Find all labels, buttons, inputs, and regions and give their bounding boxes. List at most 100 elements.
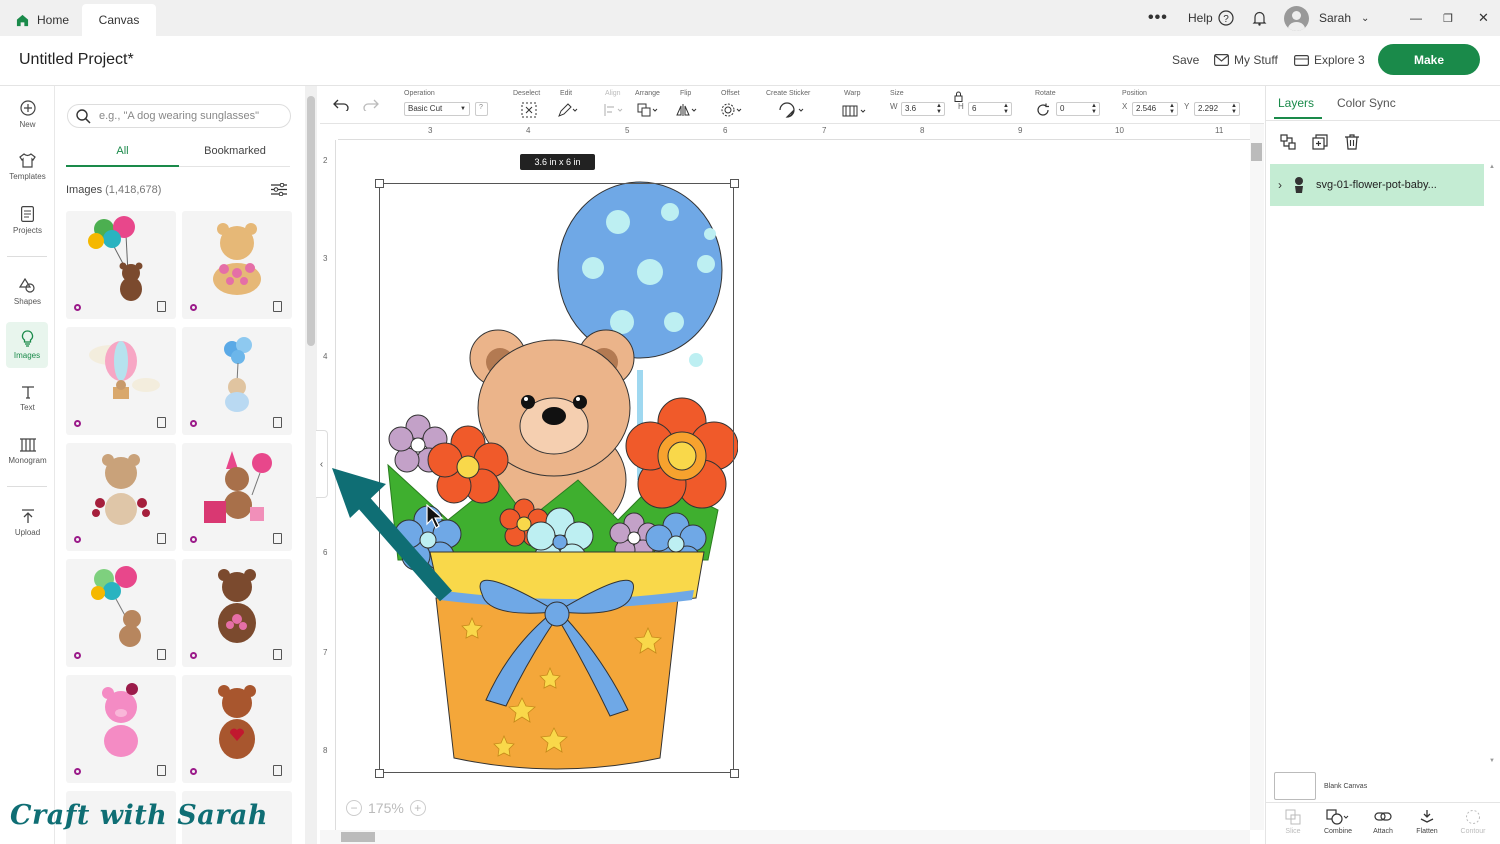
collapse-panel-button[interactable]: ‹ — [316, 430, 328, 498]
minimize-button[interactable]: — — [1410, 0, 1422, 36]
rail-item-templates[interactable]: Templates — [0, 144, 55, 190]
bookmark-icon[interactable] — [273, 301, 282, 312]
y-position-input[interactable]: 2.292 ▲ ▼ — [1194, 102, 1240, 116]
offset-icon[interactable] — [721, 103, 743, 117]
tab-color-sync[interactable]: Color Sync — [1337, 96, 1396, 110]
resize-handle-top-right[interactable] — [730, 179, 739, 188]
rail-item-shapes[interactable]: Shapes — [0, 269, 55, 315]
layer-item[interactable]: › svg-01-flower-pot-baby... — [1270, 164, 1484, 206]
restore-button[interactable]: ❐ — [1443, 0, 1453, 36]
canvas-vertical-scrollbar[interactable] — [1250, 124, 1264, 830]
panel-scroll-thumb[interactable] — [307, 96, 315, 346]
attach-button[interactable]: Attach — [1361, 809, 1405, 835]
resize-handle-bottom-left[interactable] — [375, 769, 384, 778]
image-tile[interactable] — [182, 327, 292, 435]
tab-bookmarked[interactable]: Bookmarked — [179, 145, 291, 157]
zoom-out-button[interactable]: − — [346, 800, 362, 816]
deselect-icon[interactable] — [521, 102, 537, 118]
bookmark-icon[interactable] — [157, 649, 166, 660]
canvas-horizontal-scroll-thumb[interactable] — [341, 832, 375, 842]
image-tile[interactable] — [66, 559, 176, 667]
bookmark-icon[interactable] — [273, 765, 282, 776]
tab-all[interactable]: All — [66, 145, 179, 157]
resize-handle-top-left[interactable] — [375, 179, 384, 188]
bookmark-icon[interactable] — [157, 765, 166, 776]
close-button[interactable]: ✕ — [1478, 0, 1489, 36]
group-icon[interactable] — [1278, 132, 1298, 152]
chevron-right-icon[interactable]: › — [1278, 178, 1282, 192]
y-position-value: 2.292 — [1198, 104, 1219, 113]
pencil-icon[interactable] — [558, 103, 578, 117]
tab-canvas[interactable]: Canvas — [82, 4, 156, 36]
bookmark-icon[interactable] — [273, 533, 282, 544]
contour-label: Contour — [1460, 828, 1486, 835]
operation-select[interactable]: Basic Cut ▼ — [404, 102, 470, 116]
image-tile[interactable] — [66, 675, 176, 783]
image-tile[interactable] — [182, 559, 292, 667]
trash-icon[interactable] — [1342, 132, 1362, 152]
zoom-in-button[interactable]: + — [409, 800, 426, 816]
ruler-tick-label: 2 — [323, 156, 328, 165]
image-tile[interactable] — [66, 443, 176, 551]
bell-icon[interactable] — [1252, 0, 1267, 36]
scroll-up-icon[interactable]: ▲ — [1489, 164, 1495, 170]
zoom-control: − 175% + — [346, 800, 426, 816]
rotate-icon[interactable] — [1036, 103, 1050, 117]
scroll-down-icon[interactable]: ▼ — [1489, 758, 1495, 764]
combine-button[interactable]: Combine — [1316, 809, 1360, 835]
canvas-vertical-scroll-thumb[interactable] — [1251, 143, 1262, 161]
save-button[interactable]: Save — [1172, 53, 1199, 67]
search-input[interactable]: e.g., "A dog wearing sunglasses" — [67, 104, 291, 128]
slice-button[interactable]: Slice — [1271, 809, 1315, 835]
operation-value: Basic Cut — [408, 104, 443, 113]
rail-item-text[interactable]: Text — [0, 375, 55, 421]
more-options-icon[interactable]: ••• — [1148, 0, 1168, 36]
rotate-input[interactable]: 0 ▲ ▼ — [1056, 102, 1100, 116]
tab-home[interactable]: Home — [4, 4, 84, 36]
height-input[interactable]: 6 ▲ ▼ — [968, 102, 1012, 116]
layers-scrollbar[interactable]: ▲ ▼ — [1488, 164, 1498, 764]
image-tile[interactable] — [182, 443, 292, 551]
rail-item-new[interactable]: New — [0, 91, 55, 137]
my-stuff-button[interactable]: My Stuff — [1214, 53, 1278, 67]
bookmark-icon[interactable] — [273, 649, 282, 660]
duplicate-icon[interactable] — [1310, 132, 1330, 152]
rail-item-projects[interactable]: Projects — [0, 197, 55, 243]
undo-icon[interactable] — [333, 99, 349, 111]
lock-icon[interactable] — [954, 91, 963, 102]
help-button[interactable]: Help ? — [1188, 0, 1234, 36]
sticker-icon[interactable] — [779, 102, 805, 118]
canvas-horizontal-scrollbar[interactable] — [320, 830, 1250, 844]
make-button[interactable]: Make — [1378, 44, 1480, 75]
width-input[interactable]: 3.6 ▲ ▼ — [901, 102, 945, 116]
tab-layers[interactable]: Layers — [1278, 96, 1314, 110]
info-icon[interactable]: ? — [475, 102, 488, 116]
bookmark-icon[interactable] — [157, 417, 166, 428]
flip-icon[interactable] — [676, 103, 698, 117]
user-menu[interactable]: Sarah ⌄ — [1284, 0, 1369, 36]
rail-item-monogram[interactable]: Monogram — [0, 428, 55, 474]
blank-canvas-item[interactable]: Blank Canvas — [1274, 772, 1367, 800]
premium-dot — [74, 652, 81, 659]
machine-button[interactable]: Explore 3 — [1294, 53, 1365, 67]
arrange-icon[interactable] — [637, 103, 659, 117]
warp-icon[interactable] — [842, 104, 868, 118]
rail-item-images[interactable]: Images — [6, 322, 48, 368]
bookmark-icon[interactable] — [273, 417, 282, 428]
image-tile[interactable] — [182, 675, 292, 783]
image-tile[interactable] — [66, 211, 176, 319]
bookmark-icon[interactable] — [157, 533, 166, 544]
premium-dot — [190, 420, 197, 427]
image-tile[interactable] — [66, 327, 176, 435]
flatten-button[interactable]: Flatten — [1405, 809, 1449, 835]
bookmark-icon[interactable] — [157, 301, 166, 312]
rail-item-upload[interactable]: Upload — [0, 500, 55, 546]
contour-button[interactable]: Contour — [1451, 809, 1495, 835]
x-position-input[interactable]: 2.546 ▲ ▼ — [1132, 102, 1178, 116]
redo-icon[interactable] — [363, 99, 379, 111]
page-title[interactable]: Untitled Project* — [19, 51, 134, 69]
resize-handle-bottom-right[interactable] — [730, 769, 739, 778]
image-tile[interactable] — [182, 211, 292, 319]
filter-icon[interactable] — [271, 183, 287, 196]
align-icon[interactable] — [604, 103, 624, 117]
